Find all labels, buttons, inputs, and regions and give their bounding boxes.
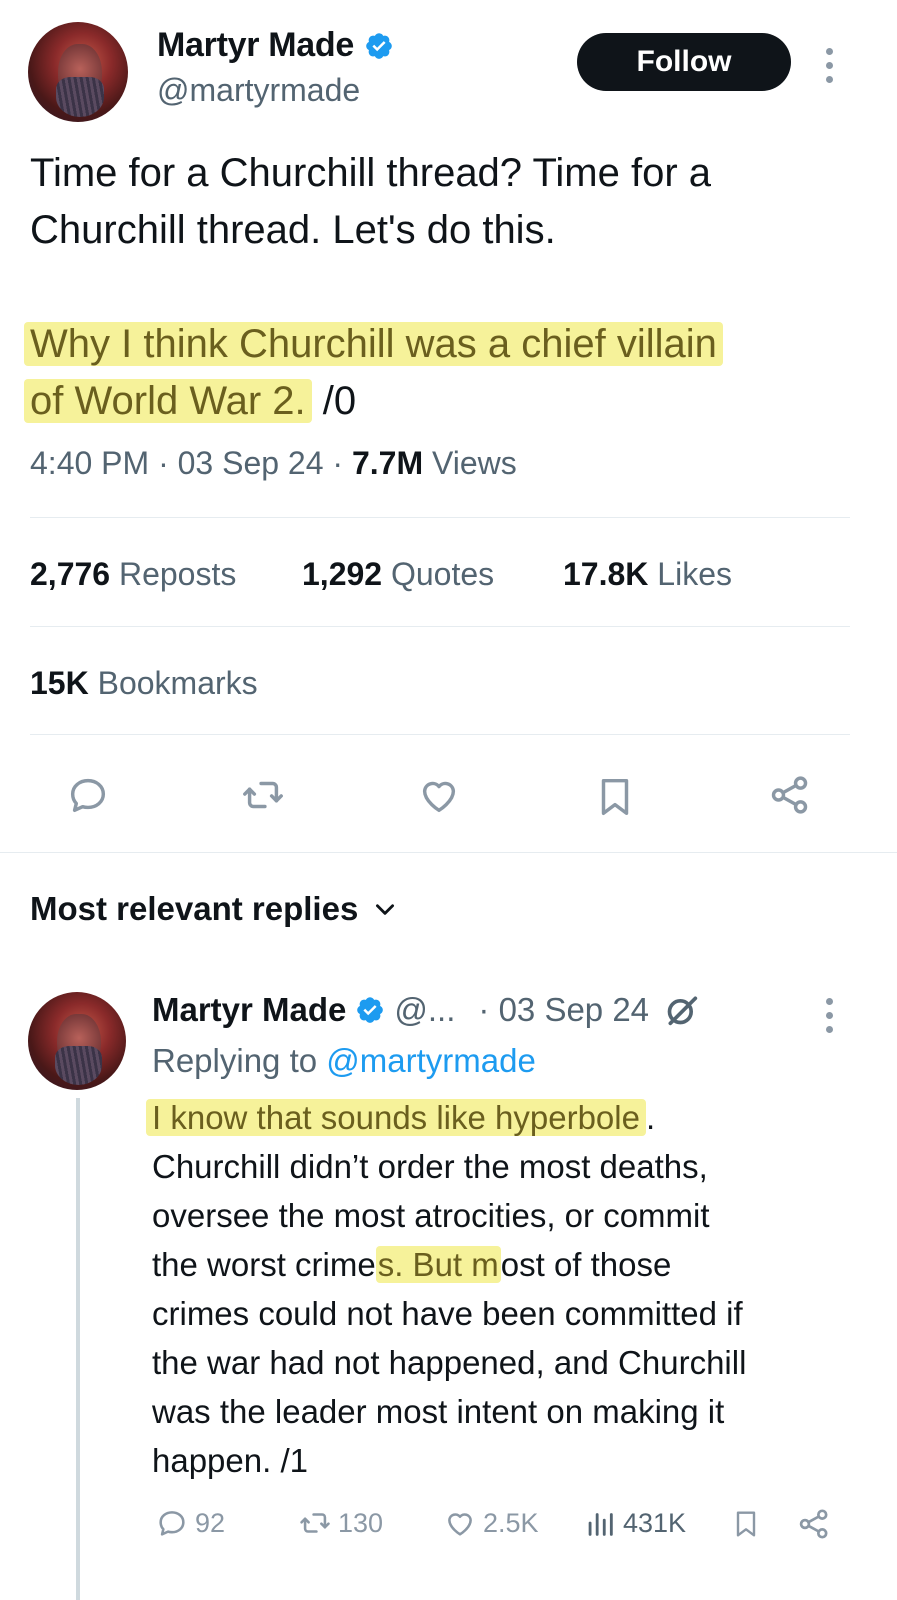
repost-count: 130 [338,1507,384,1538]
reply-like-button[interactable]: 2.5K [443,1506,539,1540]
divider [30,517,850,518]
reply-text-fragment: the worst crime [152,1246,376,1283]
quotes-label: Quotes [390,556,495,592]
section-divider [0,852,897,853]
quotes-count: 1,292 [302,556,383,592]
likes-stat[interactable]: 17.8K Likes [563,556,732,593]
repost-icon[interactable] [240,772,286,818]
bookmarks-stat[interactable]: 15K Bookmarks [30,665,258,702]
reply-author-name[interactable]: Martyr Made [152,991,346,1029]
reply-handle[interactable]: @... [394,991,455,1029]
reposts-stat[interactable]: 2,776 Reposts [30,556,236,593]
like-count: 2.5K [483,1507,539,1538]
divider [30,734,850,735]
highlighted-text: I know that sounds like hyperbole [146,1099,646,1136]
verified-badge-icon [366,32,392,59]
bookmark-icon[interactable] [592,774,638,820]
reply-text-line: crimes could not have been committed if [152,1295,743,1332]
tweet-text-line: Time for a Churchill thread? Time for a [30,151,711,195]
reply-text-line: Churchill didn’t order the most deaths, [152,1148,708,1185]
highlighted-text: s. But m [375,1246,501,1283]
verified-badge-icon [357,997,384,1023]
reply-text-line: happen. /1 [152,1442,308,1479]
share-icon[interactable] [796,1506,832,1542]
divider [30,626,850,627]
replies-sort-dropdown[interactable]: Most relevant replies [30,890,398,928]
highlighted-text: of World War 2. [24,379,312,423]
chevron-down-icon [376,904,395,915]
author-handle[interactable]: @martyrmade [157,72,360,109]
bookmark-icon[interactable] [730,1507,762,1541]
reply-more-options-icon[interactable] [824,998,834,1033]
bookmarks-count: 15K [30,665,89,701]
reply-repost-button[interactable]: 130 [298,1506,383,1540]
reposts-label: Reposts [118,556,237,592]
reply-header: Martyr Made @... · 03 Sep 24 [152,990,702,1030]
share-icon[interactable] [767,772,813,818]
views-count: 431K [623,1507,687,1538]
reply-views-button[interactable]: 431K [583,1506,686,1540]
reply-text-fragment: ost of those [500,1246,672,1283]
views-label: Views [431,445,517,481]
views-count: 7.7M [351,445,424,481]
reply-count: 92 [195,1507,226,1538]
tweet-text-line: Churchill thread. Let's do this. [30,208,556,252]
like-icon[interactable] [416,772,462,818]
more-options-icon[interactable] [824,48,834,83]
likes-count: 17.8K [563,556,649,592]
replies-header-label: Most relevant replies [30,890,359,927]
reply-text: I know that sounds like hyperbole. Churc… [146,1093,852,1485]
bookmarks-label: Bookmarks [97,665,258,701]
tweet-text: Time for a Churchill thread? Time for a … [24,145,870,430]
quotes-stat[interactable]: 1,292 Quotes [302,556,494,593]
repost-icon [300,1513,330,1533]
reply-author-avatar[interactable] [28,992,126,1090]
reposts-count: 2,776 [30,556,111,592]
reply-icon [159,1511,185,1536]
reply-text-line: was the leader most intent on making it [152,1393,725,1430]
replying-to-handle-link[interactable]: @martyrmade [326,1042,536,1079]
views-chart-icon [588,1513,613,1536]
thread-connector-line [76,1098,80,1600]
replying-to: Replying to @martyrmade [152,1042,536,1080]
thread-marker: /0 [311,379,357,423]
author-name[interactable]: Martyr Made [157,26,354,65]
reply-icon[interactable] [65,772,111,818]
grok-icon[interactable] [662,990,702,1030]
author-name-row[interactable]: Martyr Made [157,26,394,65]
reply-text-line: oversee the most atrocities, or commit [152,1197,710,1234]
reply-reply-button[interactable]: 92 [155,1506,225,1540]
author-avatar[interactable] [28,22,128,122]
reply-text-fragment: . [645,1099,656,1136]
tweet-date[interactable]: 03 Sep 24 [178,445,324,481]
likes-label: Likes [657,556,732,592]
follow-button[interactable]: Follow [577,33,791,91]
replying-to-prefix: Replying to [152,1042,318,1079]
tweet-time[interactable]: 4:40 PM [30,445,149,481]
like-icon [448,1513,472,1536]
reply-text-line: the war had not happened, and Churchill [152,1344,747,1381]
highlighted-text: Why I think Churchill was a chief villai… [24,322,723,366]
reply-date[interactable]: · 03 Sep 24 [478,991,649,1029]
tweet-meta: 4:40 PM · 03 Sep 24 · 7.7M Views [30,445,517,481]
